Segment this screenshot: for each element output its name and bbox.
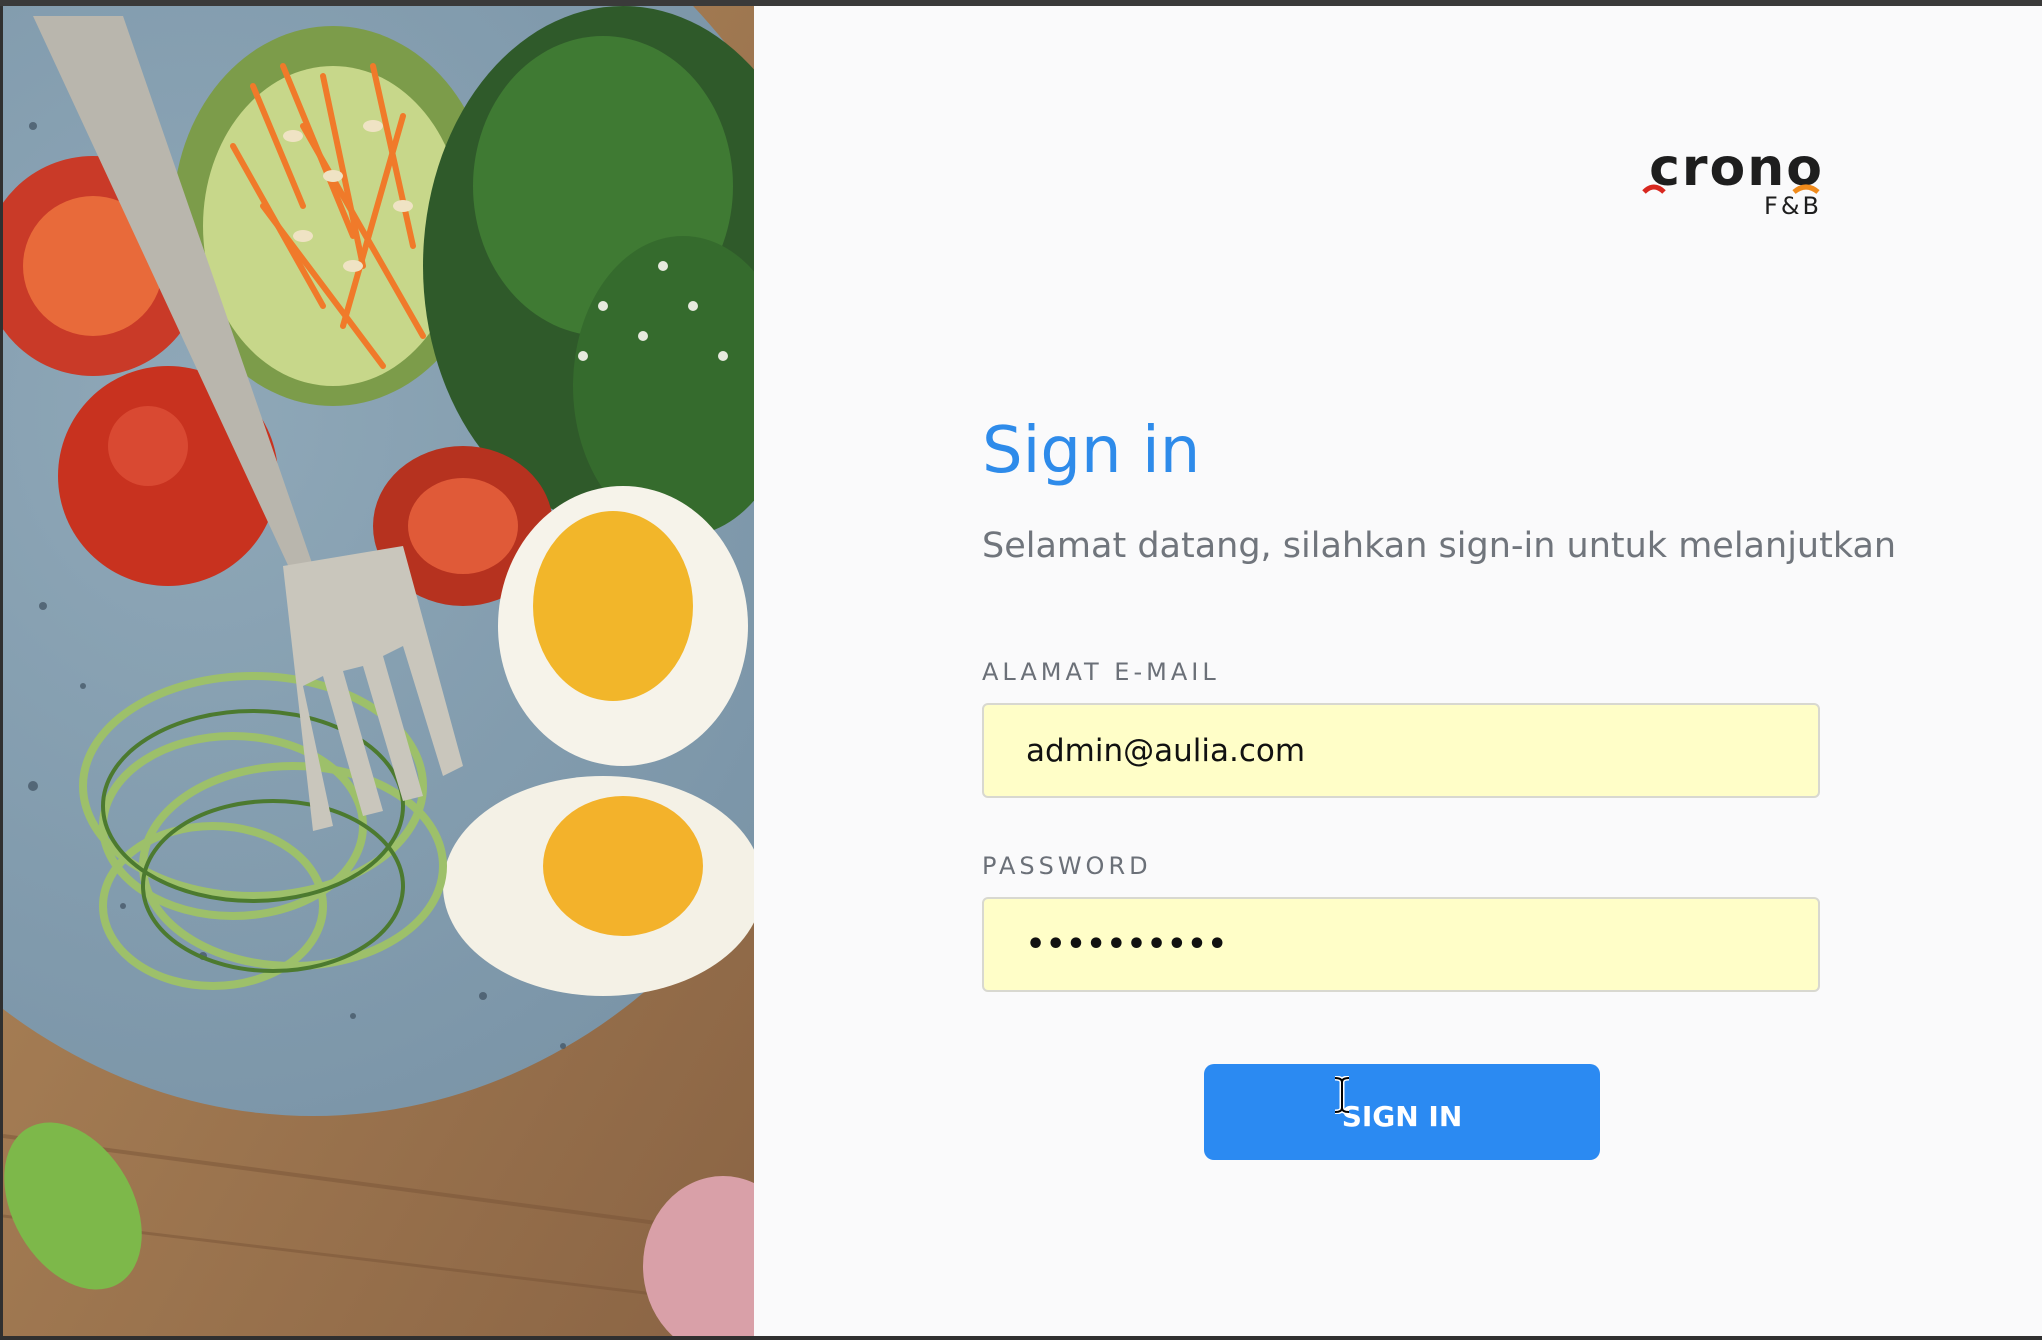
sign-in-panel: crono F&B Sign in Selamat datang, silahk…	[754, 6, 2042, 1336]
password-field[interactable]: ••••••••••	[982, 897, 1820, 992]
welcome-subtitle: Selamat datang, silahkan sign-in untuk m…	[982, 526, 1897, 566]
page-title: Sign in	[982, 414, 1201, 488]
sign-in-button[interactable]: SIGN IN	[1204, 1064, 1600, 1160]
text-cursor-icon	[1334, 1076, 1350, 1114]
food-photo	[3, 6, 754, 1336]
email-field[interactable]: admin@aulia.com	[982, 703, 1820, 798]
logo-subtitle: F&B	[1764, 192, 1822, 220]
password-label: PASSWORD	[982, 852, 1152, 880]
email-label: ALAMAT E-MAIL	[982, 658, 1220, 686]
crono-logo: crono F&B	[1634, 142, 1824, 222]
salad-bowl-illustration	[3, 6, 754, 1336]
